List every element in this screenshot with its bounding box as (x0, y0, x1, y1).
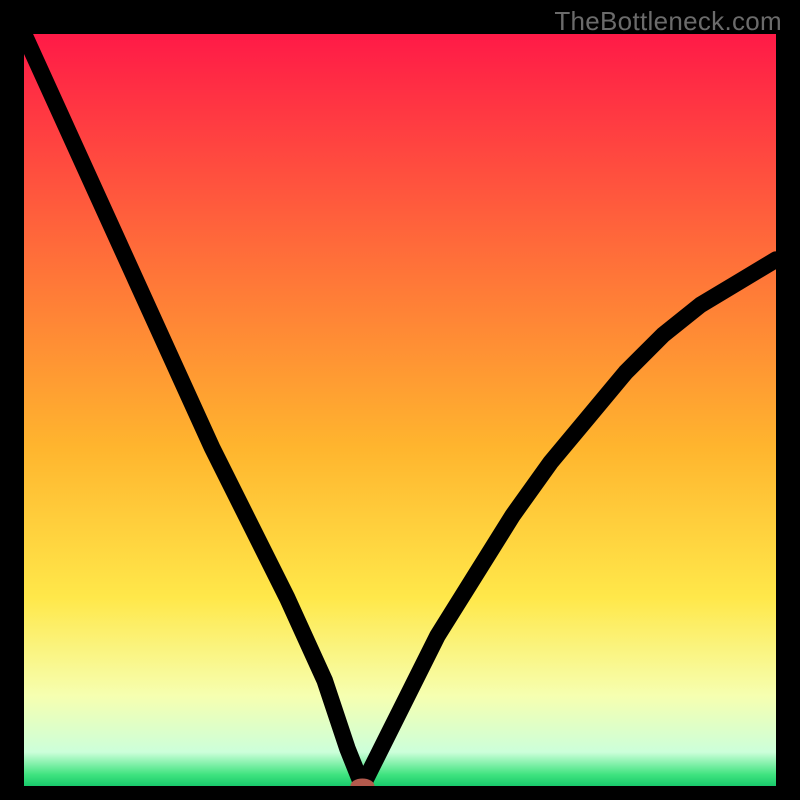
watermark-label: TheBottleneck.com (554, 6, 782, 37)
plot-area (24, 34, 776, 786)
heatmap-background (24, 34, 776, 786)
chart-frame: TheBottleneck.com (0, 0, 800, 800)
chart-svg (24, 34, 776, 786)
